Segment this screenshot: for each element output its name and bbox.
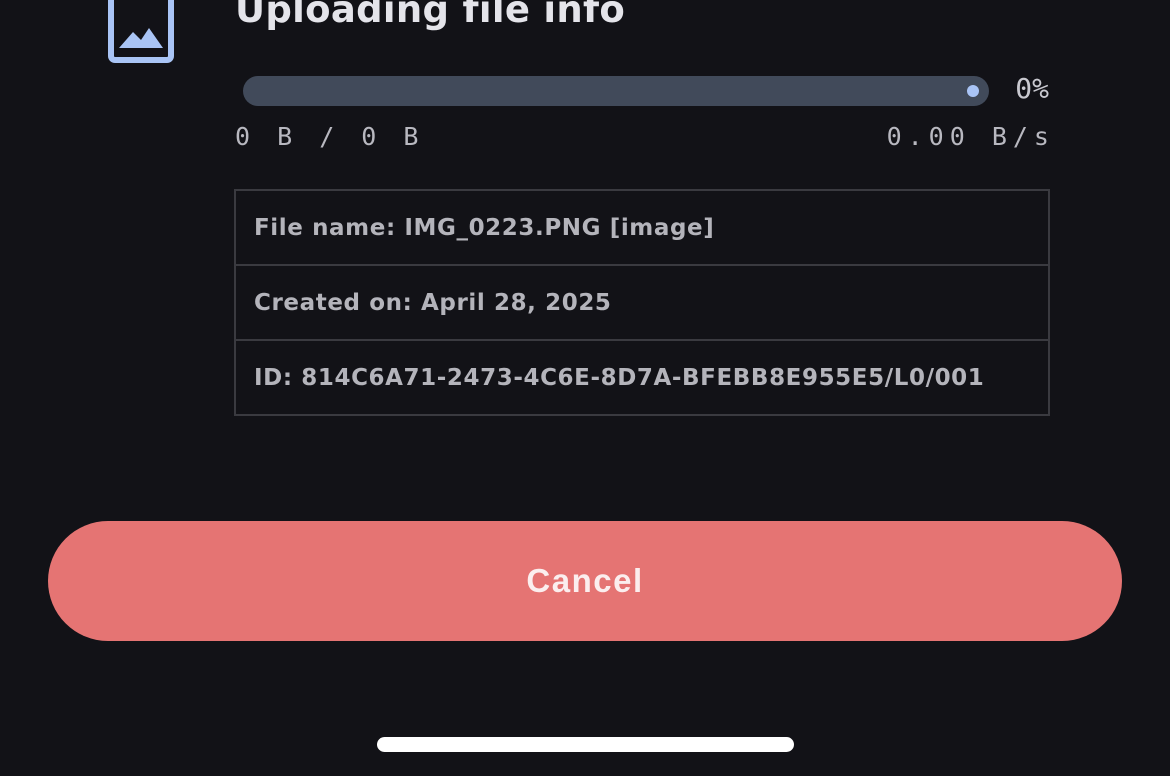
file-info-table: File name: IMG_0223.PNG [image] Created … xyxy=(234,189,1050,416)
bytes-transferred: 0 B / 0 B xyxy=(235,122,425,151)
upload-sheet: Uploading file info 0% 0 B / 0 B 0.00 B/… xyxy=(0,0,1170,776)
file-id-row: ID: 814C6A71-2473-4C6E-8D7A-BFEBB8E955E5… xyxy=(254,364,985,391)
image-icon xyxy=(108,0,174,63)
progress-indicator-dot xyxy=(967,85,979,97)
cancel-button-label: Cancel xyxy=(526,562,644,599)
created-on-row: Created on: April 28, 2025 xyxy=(236,266,1048,341)
progress-percent: 0% xyxy=(1015,72,1049,105)
file-name-row: File name: IMG_0223.PNG [image] xyxy=(236,191,1048,266)
progress-bar xyxy=(243,76,989,106)
page-title: Uploading file info xyxy=(235,0,626,31)
transfer-speed: 0.00 B/s xyxy=(886,122,1055,151)
home-indicator[interactable] xyxy=(377,737,794,752)
cancel-button[interactable]: Cancel xyxy=(48,521,1122,641)
